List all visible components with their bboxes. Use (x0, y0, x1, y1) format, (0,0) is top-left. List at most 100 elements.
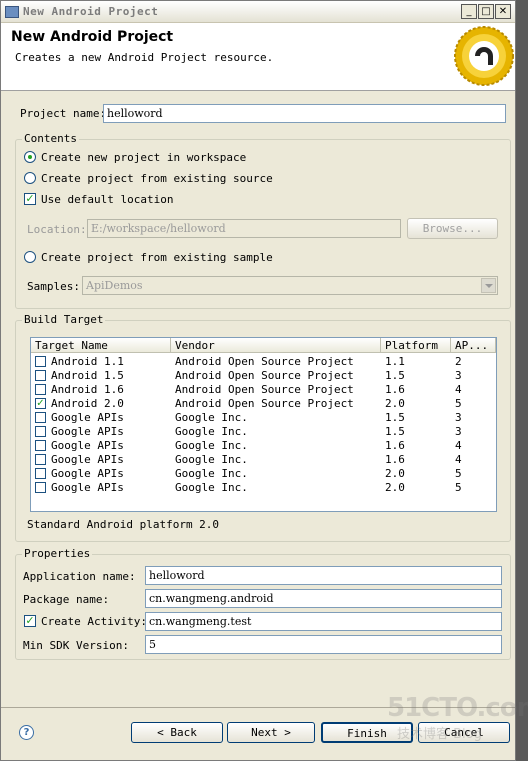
platform-cell: 2.0 (385, 397, 405, 410)
close-button[interactable]: ✕ (495, 4, 511, 19)
table-row[interactable]: Google APIs Google Inc. 1.6 4 (31, 439, 496, 453)
create-new-project-label[interactable]: Create new project in workspace (41, 151, 246, 164)
table-row[interactable]: Google APIs Google Inc. 2.0 5 (31, 481, 496, 495)
target-name-cell: Google APIs (51, 481, 124, 494)
create-from-source-label[interactable]: Create project from existing source (41, 172, 273, 185)
table-row[interactable]: Android 1.6 Android Open Source Project 1.… (31, 383, 496, 397)
application-name-label: Application name: (23, 570, 136, 583)
column-api-level[interactable]: AP... (451, 338, 496, 353)
build-target-table[interactable]: Target Name Vendor Platform AP... Androi… (30, 337, 497, 512)
vendor-cell: Google Inc. (175, 481, 248, 494)
wizard-title: New Android Project (11, 29, 174, 45)
table-row[interactable]: ✓ Android 2.0 Android Open Source Project 2… (31, 397, 496, 411)
use-default-location-label[interactable]: Use default location (41, 193, 173, 206)
api-level-cell: 4 (455, 453, 462, 466)
location-label: Location: (27, 223, 87, 236)
target-name-cell: Android 2.0 (51, 397, 124, 410)
platform-cell: 2.0 (385, 467, 405, 480)
api-level-cell: 4 (455, 439, 462, 452)
target-checkbox[interactable] (35, 426, 46, 437)
target-name-cell: Google APIs (51, 411, 124, 424)
platform-cell: 1.5 (385, 411, 405, 424)
column-target-name[interactable]: Target Name (31, 338, 171, 353)
target-checkbox[interactable] (35, 356, 46, 367)
target-name-cell: Android 1.5 (51, 369, 124, 382)
min-sdk-version-label: Min SDK Version: (23, 639, 129, 652)
target-name-cell: Google APIs (51, 467, 124, 480)
target-checkbox[interactable] (35, 482, 46, 493)
create-from-source-radio[interactable] (24, 172, 36, 184)
target-checkbox[interactable] (35, 468, 46, 479)
table-row[interactable]: Google APIs Google Inc. 1.6 4 (31, 453, 496, 467)
create-activity-input[interactable]: cn.wangmeng.test (145, 612, 502, 631)
table-row[interactable]: Google APIs Google Inc. 1.5 3 (31, 411, 496, 425)
help-icon[interactable]: ? (19, 725, 34, 740)
location-input[interactable]: E:/workspace/helloword (87, 219, 401, 238)
vendor-cell: Android Open Source Project (175, 369, 354, 382)
create-new-project-radio[interactable] (24, 151, 36, 163)
create-from-sample-label[interactable]: Create project from existing sample (41, 251, 273, 264)
min-sdk-version-input[interactable]: 5 (145, 635, 502, 654)
package-name-label: Package name: (23, 593, 110, 606)
target-checkbox[interactable] (35, 384, 46, 395)
target-name-cell: Google APIs (51, 453, 124, 466)
api-level-cell: 3 (455, 369, 462, 382)
target-name-cell: Google APIs (51, 425, 124, 438)
create-activity-checkbox[interactable]: ✓ (24, 615, 36, 627)
window-title: New Android Project (23, 5, 159, 18)
platform-cell: 1.6 (385, 383, 405, 396)
column-vendor[interactable]: Vendor (171, 338, 381, 353)
vendor-cell: Google Inc. (175, 439, 248, 452)
application-name-input[interactable]: helloword (145, 566, 502, 585)
samples-selected-value: ApiDemos (86, 279, 143, 292)
target-checkbox[interactable] (35, 412, 46, 423)
contents-group-title: Contents (22, 132, 79, 145)
vendor-cell: Google Inc. (175, 425, 248, 438)
vendor-cell: Google Inc. (175, 411, 248, 424)
title-bar: New Android Project _ □ ✕ (1, 1, 515, 23)
wizard-header: New Android Project Creates a new Androi… (1, 23, 515, 91)
properties-group-title: Properties (22, 547, 93, 560)
table-row[interactable]: Android 1.5 Android Open Source Project 1.… (31, 369, 496, 383)
chevron-down-icon[interactable] (481, 278, 496, 293)
platform-cell: 1.6 (385, 439, 405, 452)
back-button[interactable]: < Back (131, 722, 223, 743)
platform-cell: 1.1 (385, 355, 405, 368)
watermark-site: 51CTO.com (387, 693, 528, 723)
platform-cell: 1.5 (385, 369, 405, 382)
target-checkbox[interactable] (35, 370, 46, 381)
target-checkbox[interactable]: ✓ (35, 398, 46, 409)
use-default-location-checkbox[interactable]: ✓ (24, 193, 36, 205)
target-name-cell: Google APIs (51, 439, 124, 452)
create-from-sample-radio[interactable] (24, 251, 36, 263)
project-name-input[interactable]: helloword (103, 104, 506, 123)
table-row[interactable]: Android 1.1 Android Open Source Project 1.… (31, 355, 496, 369)
platform-cell: 1.6 (385, 453, 405, 466)
package-name-input[interactable]: cn.wangmeng.android (145, 589, 502, 608)
browse-button[interactable]: Browse... (407, 218, 498, 239)
column-platform[interactable]: Platform (381, 338, 451, 353)
vendor-cell: Android Open Source Project (175, 397, 354, 410)
next-button[interactable]: Next > (227, 722, 315, 743)
target-name-cell: Android 1.6 (51, 383, 124, 396)
watermark-blog: 技术博客 Blog (397, 727, 482, 742)
maximize-button[interactable]: □ (478, 4, 494, 19)
vendor-cell: Android Open Source Project (175, 383, 354, 396)
api-level-cell: 2 (455, 355, 462, 368)
minimize-button[interactable]: _ (461, 4, 477, 19)
android-sdk-logo-icon (454, 26, 514, 86)
api-level-cell: 5 (455, 481, 462, 494)
target-checkbox[interactable] (35, 454, 46, 465)
target-name-cell: Android 1.1 (51, 355, 124, 368)
platform-cell: 1.5 (385, 425, 405, 438)
create-activity-label[interactable]: Create Activity: (41, 615, 147, 628)
api-level-cell: 4 (455, 383, 462, 396)
vendor-cell: Google Inc. (175, 467, 248, 480)
table-row[interactable]: Google APIs Google Inc. 2.0 5 (31, 467, 496, 481)
samples-dropdown[interactable]: ApiDemos (82, 276, 498, 295)
target-checkbox[interactable] (35, 440, 46, 451)
window-app-icon (5, 6, 19, 18)
build-target-group-title: Build Target (22, 313, 106, 326)
table-row[interactable]: Google APIs Google Inc. 1.5 3 (31, 425, 496, 439)
vendor-cell: Android Open Source Project (175, 355, 354, 368)
